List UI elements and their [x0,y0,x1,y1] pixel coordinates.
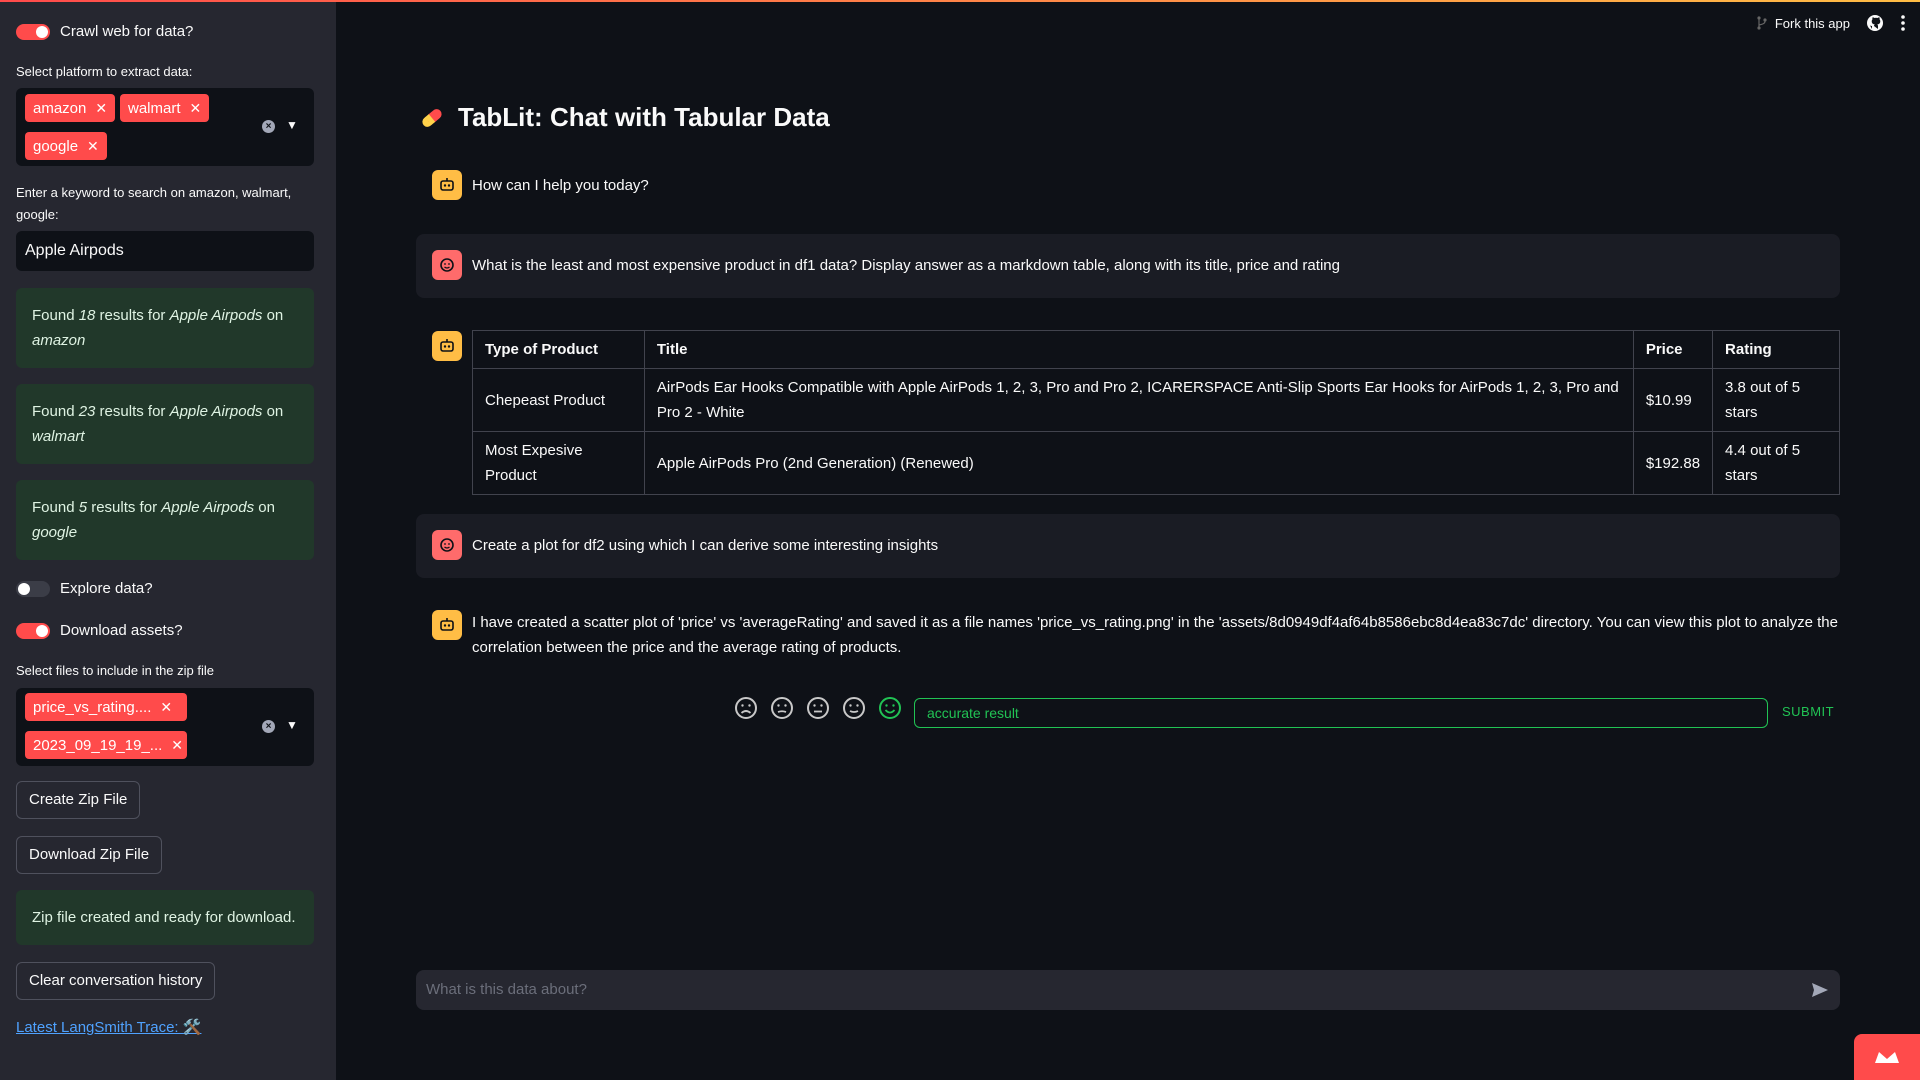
chevron-down-icon[interactable]: ▼ [286,118,298,132]
top-toolbar: Fork this app [1757,14,1906,32]
user-face-icon [440,258,454,272]
remove-chip-icon[interactable]: ✕ [160,699,172,716]
explore-toggle-label: Explore data? [60,580,153,597]
platform-select-label: Select platform to extract data: [16,64,193,79]
platform-chip-walmart[interactable]: walmart ✕ [120,94,210,122]
fork-app-button[interactable]: Fork this app [1757,16,1850,31]
chat-input[interactable]: What is this data about? [416,970,1840,1010]
table-cell: 3.8 out of 5 stars [1712,368,1840,432]
robot-icon [440,618,454,631]
keyword-input[interactable]: Apple Airpods [16,231,314,271]
result-status-google: Found 5 results for Apple Airpods on goo… [16,480,314,560]
keyword-label: Enter a keyword to search on amazon, wal… [16,185,292,222]
result-status-walmart: Found 23 results for Apple Airpods on wa… [16,384,314,464]
result-status-amazon: Found 18 results for Apple Airpods on am… [16,288,314,368]
table-row: Chepeast Product AirPods Ear Hooks Compa… [472,368,1840,432]
bot-greeting-message: How can I help you today? [472,177,649,194]
platform-chip-amazon[interactable]: amazon ✕ [25,94,116,122]
bot-avatar [432,170,462,200]
clear-all-icon[interactable]: × [262,120,275,133]
user-message-2-text: Create a plot for df2 using which I can … [472,537,939,554]
table-header-cell: Price [1632,330,1714,369]
table-cell: Chepeast Product [472,368,645,432]
robot-icon [440,339,454,352]
table-cell: Most Expesive Product [472,431,645,495]
download-toggle[interactable] [16,622,50,639]
chat-input-placeholder: What is this data about? [426,981,587,998]
table-header-row: Type of Product Title Price Rating [472,330,1840,369]
more-vertical-icon[interactable] [1900,14,1906,32]
bot-avatar [432,331,462,361]
page-title: TabLit: Chat with Tabular Data [418,102,830,133]
crawl-toggle[interactable] [16,23,50,40]
explore-toggle[interactable] [16,580,50,597]
chevron-down-icon[interactable]: ▼ [286,718,298,732]
very-happy-face-icon[interactable] [878,696,902,720]
crawl-toggle-label: Crawl web for data? [60,23,194,40]
table-header-cell: Type of Product [472,330,645,369]
files-select-label: Select files to include in the zip file [16,663,214,678]
feedback-submit-button[interactable]: SUBMIT [1782,704,1834,719]
remove-chip-icon[interactable]: ✕ [171,737,183,754]
result-table: Type of Product Title Price Rating Chepe… [472,330,1840,495]
remove-chip-icon[interactable]: ✕ [190,100,202,117]
file-chip-price-vs-rating[interactable]: price_vs_rating.... ✕ [25,693,187,721]
streamlit-crown-icon [1875,1052,1899,1063]
remove-chip-icon[interactable]: ✕ [95,100,107,117]
zip-status-message: Zip file created and ready for download. [16,890,314,945]
platform-chip-google[interactable]: google ✕ [25,132,107,160]
files-multiselect[interactable]: price_vs_rating.... ✕ 2023_09_19_19_... ✕ … [16,688,314,766]
platform-multiselect[interactable]: amazon ✕ walmart ✕ google ✕ × ▼ [16,88,314,166]
table-row: Most Expesive Product Apple AirPods Pro … [472,431,1840,495]
bot-avatar [432,610,462,640]
user-face-icon [440,538,454,552]
table-cell: $10.99 [1632,368,1714,432]
user-avatar [432,250,462,280]
send-icon[interactable] [1810,980,1830,1000]
table-header-cell: Title [643,330,1634,369]
very-sad-face-icon[interactable] [734,696,758,720]
crawl-toggle-row[interactable]: Crawl web for data? [16,23,193,40]
bot-message-2-text: I have created a scatter plot of 'price'… [472,614,1838,656]
fork-icon [1757,16,1767,30]
download-toggle-label: Download assets? [60,622,183,639]
table-cell: $192.88 [1632,431,1714,495]
explore-toggle-row[interactable]: Explore data? [16,580,153,597]
table-cell: Apple AirPods Pro (2nd Generation) (Rene… [643,431,1634,495]
streamlit-badge[interactable] [1854,1034,1920,1080]
langsmith-trace-link[interactable]: Latest LangSmith Trace: 🛠️ [16,1018,201,1036]
user-avatar [432,530,462,560]
clear-history-button[interactable]: Clear conversation history [16,962,216,1000]
feedback-text-input[interactable]: accurate result [914,698,1768,728]
sad-face-icon[interactable] [770,696,794,720]
sidebar: Crawl web for data? Select platform to e… [0,0,336,1080]
table-cell: AirPods Ear Hooks Compatible with Apple … [643,368,1634,432]
happy-face-icon[interactable] [842,696,866,720]
download-zip-button[interactable]: Download Zip File [16,836,163,874]
create-zip-button[interactable]: Create Zip File [16,781,141,819]
top-decoration-bar [0,0,1920,2]
clear-all-icon[interactable]: × [262,720,275,733]
file-chip-timestamp[interactable]: 2023_09_19_19_... ✕ [25,731,187,759]
robot-icon [440,178,454,191]
table-header-cell: Rating [1712,330,1840,369]
pill-icon [422,108,442,127]
github-icon[interactable] [1866,14,1884,32]
remove-chip-icon[interactable]: ✕ [87,138,99,155]
feedback-faces [734,696,902,720]
user-message-1-text: What is the least and most expensive pro… [472,257,1340,274]
neutral-face-icon[interactable] [806,696,830,720]
table-cell: 4.4 out of 5 stars [1712,431,1840,495]
download-toggle-row[interactable]: Download assets? [16,622,183,639]
